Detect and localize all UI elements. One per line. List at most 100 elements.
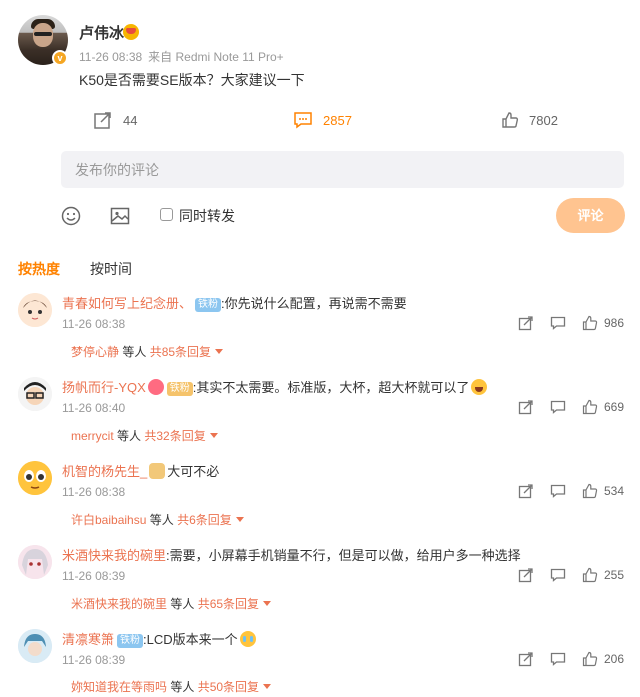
vip-crown-icon — [123, 24, 139, 40]
comment-avatar[interactable] — [18, 293, 52, 327]
share-icon[interactable] — [518, 567, 534, 583]
comment-time: 11-26 08:39 — [62, 569, 126, 583]
comment-username[interactable]: 青春如何写上纪念册、 — [62, 296, 192, 311]
cartoon-girl-avatar-icon — [18, 293, 52, 327]
fan-badge: 铁粉 — [195, 298, 222, 312]
reply-icon[interactable] — [550, 315, 566, 331]
comment-like-icon[interactable] — [582, 399, 598, 415]
share-icon[interactable] — [518, 315, 534, 331]
reply-username[interactable]: 梦停心静 — [71, 345, 119, 359]
reply-summary-text: 等人 — [146, 513, 178, 527]
reply-count[interactable]: 共32条回复 — [144, 429, 205, 443]
comment-avatar[interactable] — [18, 377, 52, 411]
fan-badge: 铁粉 — [166, 382, 193, 396]
reply-icon[interactable] — [550, 483, 566, 499]
reply-summary[interactable]: 米酒快来我的碗里 等人 共65条回复 — [71, 595, 272, 612]
anime-boy-avatar-icon — [18, 629, 52, 663]
reply-summary-text: 等人 — [167, 680, 198, 694]
reply-count[interactable]: 共65条回复 — [198, 597, 259, 611]
comment-time: 11-26 08:38 — [62, 317, 126, 331]
comment-count: 2857 — [323, 112, 352, 128]
comment-like-count: 986 — [604, 316, 625, 330]
comment-time: 11-26 08:39 — [62, 653, 126, 667]
image-upload-icon[interactable] — [109, 205, 131, 227]
big-eyes-emoji-avatar-icon — [18, 461, 52, 495]
reply-username[interactable]: 米酒快来我的碗里 — [71, 597, 167, 611]
comment-like-count: 534 — [604, 484, 625, 498]
comment-username[interactable]: 清凛寒箫 — [62, 632, 114, 647]
comment-like-count: 206 — [604, 652, 625, 666]
chevron-down-icon — [235, 517, 244, 522]
comment-button[interactable]: 2857 — [293, 110, 352, 130]
submit-comment-button[interactable]: 评论 — [556, 198, 625, 233]
comment-line: 青春如何写上纪念册、 铁粉:你先说什么配置，再说需不需要 — [62, 293, 407, 312]
post-source: 来自 Redmi Note 11 Pro+ — [148, 50, 284, 64]
reply-summary-text: 等人 — [167, 597, 198, 611]
comment-username[interactable]: 米酒快来我的碗里 — [62, 548, 166, 563]
cartoon-glasses-avatar-icon — [18, 377, 52, 411]
reply-summary[interactable]: merrycit 等人 共32条回复 — [71, 427, 218, 444]
reply-count[interactable]: 共85条回复 — [150, 345, 211, 359]
comment-time: 11-26 08:40 — [62, 401, 126, 415]
share-icon[interactable] — [518, 651, 534, 667]
verified-badge-icon: v — [52, 50, 68, 66]
comment-text: :LCD版本来一个 — [143, 632, 238, 647]
comment-input[interactable] — [61, 151, 624, 188]
laugh-emoji-icon — [471, 379, 488, 395]
reply-summary[interactable]: 梦停心静 等人 共85条回复 — [71, 343, 224, 360]
comment-avatar[interactable] — [18, 629, 52, 663]
repost-checkbox[interactable] — [160, 208, 173, 221]
tab-sort-time[interactable]: 按时间 — [90, 259, 132, 279]
reply-icon[interactable] — [550, 399, 566, 415]
doge-emoji-icon — [149, 463, 166, 479]
thumbs-up-icon — [502, 112, 519, 128]
repost-count: 44 — [123, 112, 138, 128]
comment-line: 扬帆而行-YQX 铁粉:其实不太需要。标准版，大杯，超大杯就可以了 — [62, 377, 488, 396]
like-button[interactable]: 7802 — [501, 111, 558, 129]
reply-icon[interactable] — [550, 567, 566, 583]
comment-line: 米酒快来我的碗里:需要，小屏幕手机销量不行，但是可以做，给用户多一种选择 — [62, 545, 521, 564]
post-meta: 11-26 08:38 来自 Redmi Note 11 Pro+ — [79, 48, 290, 65]
anime-girl-avatar-icon — [18, 545, 52, 579]
chevron-down-icon — [263, 601, 272, 606]
reply-username[interactable]: 许白baibaihsu — [71, 513, 146, 527]
comment-like-icon[interactable] — [582, 483, 598, 499]
emoji-picker-icon[interactable] — [60, 205, 82, 227]
comment-time: 11-26 08:38 — [62, 485, 126, 499]
comment-avatar[interactable] — [18, 461, 52, 495]
post-date[interactable]: 11-26 08:38 — [79, 50, 142, 64]
tab-sort-hot[interactable]: 按热度 — [18, 259, 60, 279]
share-icon[interactable] — [518, 483, 534, 499]
chevron-down-icon — [209, 433, 218, 438]
reply-summary-text: 等人 — [119, 345, 150, 359]
comment-text: 大可不必 — [167, 464, 220, 479]
comment-icon — [294, 112, 312, 129]
comment-like-icon[interactable] — [582, 315, 598, 331]
reply-username[interactable]: merrycit — [71, 429, 114, 443]
comment-avatar[interactable] — [18, 545, 52, 579]
chevron-down-icon — [263, 684, 272, 689]
fan-badge: 铁粉 — [117, 634, 144, 648]
reply-username[interactable]: 妳知道我在等雨吗 — [71, 680, 167, 694]
like-count: 7802 — [529, 112, 558, 128]
repost-button[interactable]: 44 — [93, 110, 137, 130]
comment-username[interactable]: 扬帆而行-YQX — [62, 380, 146, 395]
comment-username[interactable]: 机智的杨先生_ — [62, 464, 147, 479]
comment-line: 清凛寒箫 铁粉:LCD版本来一个 — [62, 629, 256, 648]
comment-line: 机智的杨先生_ 大可不必 — [62, 461, 219, 480]
comment-like-icon[interactable] — [582, 651, 598, 667]
reply-summary[interactable]: 妳知道我在等雨吗 等人 共50条回复 — [71, 678, 272, 695]
reply-count[interactable]: 共50条回复 — [198, 680, 259, 694]
post-body: K50是否需要SE版本？大家建议一下 — [79, 72, 305, 88]
repost-checkbox-label[interactable]: 同时转发 — [179, 206, 235, 226]
comment-like-icon[interactable] — [582, 567, 598, 583]
comment-text: :你先说什么配置，再说需不需要 — [221, 296, 407, 311]
share-icon[interactable] — [518, 399, 534, 415]
reply-summary[interactable]: 许白baibaihsu 等人 共6条回复 — [71, 511, 244, 528]
reply-count[interactable]: 共6条回复 — [177, 513, 232, 527]
chevron-down-icon — [215, 349, 224, 354]
comment-text: :需要，小屏幕手机销量不行，但是可以做，给用户多一种选择 — [166, 548, 521, 563]
reply-icon[interactable] — [550, 651, 566, 667]
post-author-name[interactable]: 卢伟冰 — [79, 22, 124, 43]
comment-like-count: 669 — [604, 400, 625, 414]
